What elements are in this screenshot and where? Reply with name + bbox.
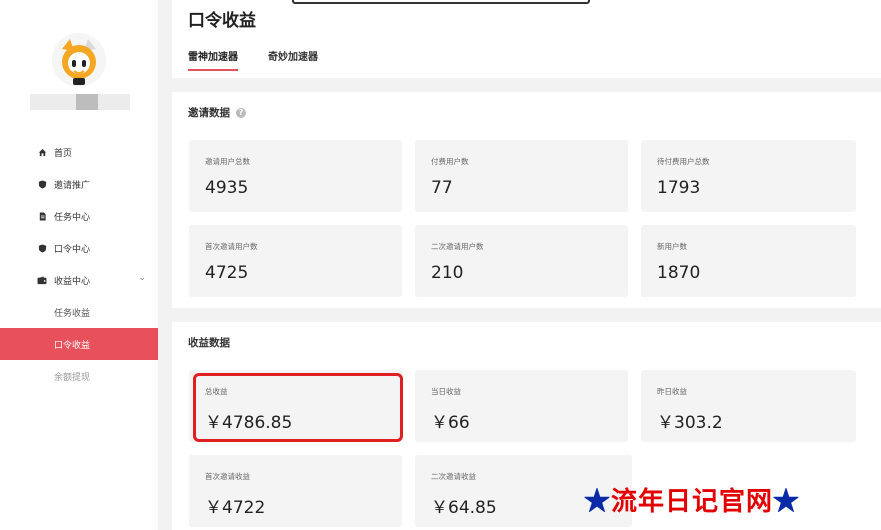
stat-card: 邀请用户总数 4935 xyxy=(189,140,402,212)
sidebar-item-label: 口令中心 xyxy=(54,244,91,255)
page-title: 口令收益 xyxy=(188,11,256,31)
star-icon: ★ xyxy=(773,487,801,517)
income-card: 昨日收益 ￥303.2 xyxy=(641,370,856,442)
stat-value: 1793 xyxy=(657,178,701,198)
income-card: 当日收益 ￥66 xyxy=(415,370,628,442)
income-value: ￥64.85 xyxy=(431,498,497,518)
sidebar-item-label: 首页 xyxy=(54,148,73,159)
window-top-bar xyxy=(292,0,590,4)
shield-icon xyxy=(36,243,48,253)
stat-label: 二次邀请用户数 xyxy=(431,242,484,251)
sidebar-item-income[interactable]: 收益中心 ⌄ xyxy=(0,264,158,296)
sidebar-subitem-label: 余额提现 xyxy=(54,372,91,383)
highlight-box xyxy=(193,373,403,442)
sidebar-subitem-label: 任务收益 xyxy=(54,308,91,319)
sidebar-item-home[interactable]: 首页 xyxy=(0,136,158,168)
income-label: 当日收益 xyxy=(431,387,461,396)
sidebar: 首页 邀请推广 任务中心 口令中心 收益中心 ⌄ 任务收益 口令收益 余额提现 xyxy=(0,0,158,530)
stat-card: 付费用户数 77 xyxy=(415,140,628,212)
stat-card: 新用户数 1870 xyxy=(641,225,856,297)
sidebar-item-tasks[interactable]: 任务中心 xyxy=(0,200,158,232)
stat-label: 待付费用户总数 xyxy=(657,157,710,166)
invite-data-panel: 邀请数据 ? 邀请用户总数 4935 付费用户数 77 待付费用户总数 1793… xyxy=(172,92,881,308)
sidebar-item-label: 收益中心 xyxy=(54,276,91,287)
sidebar-item-label: 任务中心 xyxy=(54,212,91,223)
sidebar-subitem-task-income[interactable]: 任务收益 xyxy=(0,296,158,328)
home-icon xyxy=(36,148,48,157)
watermark-text: 流年日记官网 xyxy=(611,487,774,517)
star-icon: ★ xyxy=(584,487,612,517)
tab-qimiao-accelerator[interactable]: 奇妙加速器 xyxy=(268,48,318,71)
shield-icon xyxy=(36,179,48,189)
income-value: ￥4722 xyxy=(205,498,266,518)
stat-card: 待付费用户总数 1793 xyxy=(641,140,856,212)
sidebar-item-label: 邀请推广 xyxy=(54,180,91,191)
stat-value: 1870 xyxy=(657,263,701,283)
income-label: 昨日收益 xyxy=(657,387,687,396)
sidebar-subitem-code-income[interactable]: 口令收益 xyxy=(0,328,158,360)
stat-label: 付费用户数 xyxy=(431,157,469,166)
watermark: ★流年日记官网★ xyxy=(584,481,800,518)
stat-label: 邀请用户总数 xyxy=(205,157,250,166)
income-card: 首次邀请收益 ￥4722 xyxy=(189,455,402,527)
income-value: ￥303.2 xyxy=(657,413,723,433)
income-label: 二次邀请收益 xyxy=(431,472,476,481)
invite-section-title: 邀请数据 ? xyxy=(188,105,246,120)
sidebar-subitem-withdraw[interactable]: 余额提现 xyxy=(0,360,158,392)
stat-value: 4935 xyxy=(205,178,249,198)
wallet-icon xyxy=(36,275,48,285)
income-value: ￥66 xyxy=(431,413,470,433)
stat-card: 首次邀请用户数 4725 xyxy=(189,225,402,297)
sidebar-subitem-label: 口令收益 xyxy=(54,340,91,351)
stat-value: 4725 xyxy=(205,263,249,283)
stat-value: 210 xyxy=(431,263,464,283)
stat-label: 新用户数 xyxy=(657,242,687,251)
income-label: 首次邀请收益 xyxy=(205,472,250,481)
help-icon[interactable]: ? xyxy=(236,107,246,118)
header-panel: 口令收益 雷神加速器 奇妙加速器 xyxy=(172,0,881,78)
chevron-down-icon[interactable]: ⌄ xyxy=(138,273,146,283)
sidebar-item-invite[interactable]: 邀请推广 xyxy=(0,168,158,200)
section-title-text: 邀请数据 xyxy=(188,107,230,119)
mascot-logo-icon xyxy=(52,33,106,87)
stat-label: 首次邀请用户数 xyxy=(205,242,258,251)
username-placeholder xyxy=(30,94,130,110)
stat-card: 二次邀请用户数 210 xyxy=(415,225,628,297)
tab-leishen-accelerator[interactable]: 雷神加速器 xyxy=(188,48,238,71)
sidebar-item-codes[interactable]: 口令中心 xyxy=(0,232,158,264)
sidebar-nav: 首页 邀请推广 任务中心 口令中心 收益中心 ⌄ 任务收益 口令收益 余额提现 xyxy=(0,136,158,392)
document-icon xyxy=(36,211,48,221)
section-title-text: 收益数据 xyxy=(188,337,230,349)
tab-bar: 雷神加速器 奇妙加速器 xyxy=(188,48,318,71)
income-section-title: 收益数据 xyxy=(188,335,230,350)
stat-value: 77 xyxy=(431,178,453,198)
avatar[interactable] xyxy=(52,33,106,87)
